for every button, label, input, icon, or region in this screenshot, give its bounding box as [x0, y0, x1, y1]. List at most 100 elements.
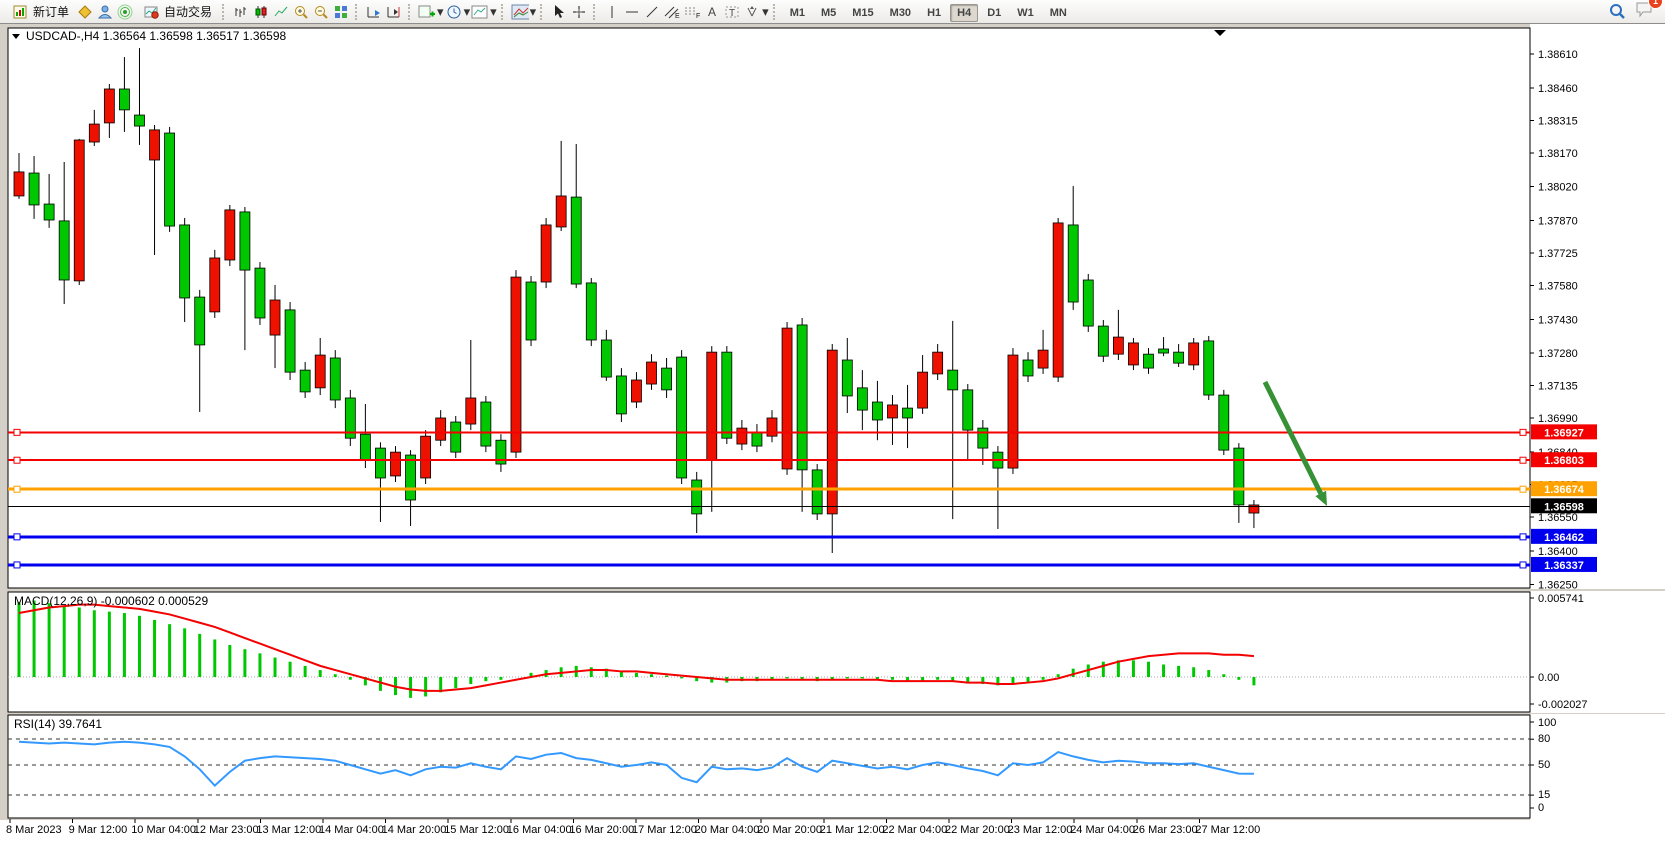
svg-text:24 Mar 04:00: 24 Mar 04:00: [1070, 824, 1135, 836]
svg-text:22 Mar 20:00: 22 Mar 20:00: [945, 824, 1010, 836]
timeframe-m1[interactable]: M1: [783, 4, 812, 22]
toolbar-separator: [408, 4, 413, 20]
svg-text:23 Mar 12:00: 23 Mar 12:00: [1008, 824, 1073, 836]
text-tool-icon[interactable]: A: [702, 2, 722, 22]
zoom-out-icon[interactable]: [311, 2, 331, 22]
svg-text:1.38610: 1.38610: [1538, 49, 1578, 61]
trendline-tool-icon[interactable]: [642, 2, 662, 22]
crosshair-icon[interactable]: [569, 2, 589, 22]
svg-text:F: F: [696, 13, 700, 20]
svg-text:20 Mar 20:00: 20 Mar 20:00: [757, 824, 822, 836]
timeframe-mn[interactable]: MN: [1043, 4, 1074, 22]
svg-text:16 Mar 04:00: 16 Mar 04:00: [507, 824, 572, 836]
signal-broadcast-icon[interactable]: [115, 2, 135, 22]
timeframe-h1[interactable]: H1: [920, 4, 948, 22]
svg-text:20 Mar 04:00: 20 Mar 04:00: [695, 824, 760, 836]
svg-text:27 Mar 12:00: 27 Mar 12:00: [1195, 824, 1260, 836]
svg-text:0.00: 0.00: [1538, 672, 1559, 684]
svg-text:8 Mar 2023: 8 Mar 2023: [6, 824, 62, 836]
new-order-label: 新订单: [33, 3, 69, 20]
svg-text:1.37725: 1.37725: [1538, 248, 1578, 260]
profiles-dropdown-icon[interactable]: ▾: [530, 4, 537, 20]
svg-text:1.36337: 1.36337: [1544, 560, 1584, 572]
svg-text:1.36400: 1.36400: [1538, 546, 1578, 558]
svg-text:1.36598: 1.36598: [1544, 501, 1584, 513]
svg-text:1.36250: 1.36250: [1538, 579, 1578, 591]
horizontal-line-tool-icon[interactable]: [622, 2, 642, 22]
line-chart-type-icon[interactable]: [271, 2, 291, 22]
zoom-in-icon[interactable]: [291, 2, 311, 22]
auto-trading-label: 自动交易: [164, 3, 212, 20]
toolbar-separator: [540, 4, 545, 20]
svg-text:USDCAD-,H4 1.36564 1.36598 1.: USDCAD-,H4 1.36564 1.36598 1.36517 1.365…: [26, 29, 287, 43]
auto-trading-button[interactable]: 自动交易: [135, 0, 218, 24]
svg-text:1.38315: 1.38315: [1538, 115, 1578, 127]
svg-text:1.37870: 1.37870: [1538, 215, 1578, 227]
timeframe-h4[interactable]: H4: [950, 4, 978, 22]
auto-trading-icon: [141, 2, 161, 22]
period-clock-icon[interactable]: [444, 2, 464, 22]
svg-text:16 Mar 20:00: 16 Mar 20:00: [569, 824, 634, 836]
vertical-line-tool-icon[interactable]: [602, 2, 622, 22]
cursor-icon[interactable]: [549, 2, 569, 22]
new-order-button[interactable]: 新订单: [4, 0, 75, 24]
trader-profile-icon[interactable]: [95, 2, 115, 22]
timeframe-m5[interactable]: M5: [814, 4, 843, 22]
main-toolbar: 新订单 自动交易 ▾ ▾ ▾ ▾ E F A T ▾ M1M5M15M30H1H…: [0, 0, 1665, 24]
auto-scroll-icon[interactable]: [364, 2, 384, 22]
template-icon[interactable]: [470, 2, 490, 22]
svg-text:17 Mar 12:00: 17 Mar 12:00: [632, 824, 697, 836]
svg-text:1.37280: 1.37280: [1538, 348, 1578, 360]
timeframe-w1[interactable]: W1: [1010, 4, 1041, 22]
toolbar-separator: [593, 4, 598, 20]
svg-text:1.37135: 1.37135: [1538, 381, 1578, 393]
svg-text:12 Mar 23:00: 12 Mar 23:00: [194, 824, 259, 836]
svg-text:1.36462: 1.36462: [1544, 532, 1584, 544]
toolbar-separator: [773, 4, 778, 20]
template-dropdown-icon[interactable]: ▾: [490, 4, 497, 20]
svg-text:1.37580: 1.37580: [1538, 281, 1578, 293]
chat-icon[interactable]: 1: [1635, 0, 1655, 23]
svg-text:50: 50: [1538, 759, 1550, 771]
svg-text:1.38170: 1.38170: [1538, 148, 1578, 160]
bar-chart-type-icon[interactable]: [231, 2, 251, 22]
new-order-icon: [10, 2, 30, 22]
add-indicator-dropdown-icon[interactable]: ▾: [437, 4, 444, 20]
svg-text:1.38460: 1.38460: [1538, 83, 1578, 95]
svg-text:21 Mar 12:00: 21 Mar 12:00: [820, 824, 885, 836]
toolbar-separator: [355, 4, 360, 20]
svg-text:1.37430: 1.37430: [1538, 314, 1578, 326]
tile-windows-icon[interactable]: [331, 2, 351, 22]
candle-chart-type-icon[interactable]: [251, 2, 271, 22]
text-label-tool-icon[interactable]: T: [722, 2, 742, 22]
chart-shift-icon[interactable]: [384, 2, 404, 22]
timeframe-m30[interactable]: M30: [883, 4, 918, 22]
svg-text:A: A: [708, 5, 716, 19]
svg-text:22 Mar 04:00: 22 Mar 04:00: [882, 824, 947, 836]
svg-text:1.36803: 1.36803: [1544, 455, 1584, 467]
notification-badge: 1: [1648, 0, 1663, 9]
equidistant-channel-tool-icon[interactable]: E: [662, 2, 682, 22]
svg-text:100: 100: [1538, 717, 1556, 729]
timeframe-d1[interactable]: D1: [980, 4, 1008, 22]
toolbar-separator: [501, 4, 506, 20]
svg-text:0: 0: [1538, 802, 1544, 814]
profiles-icon[interactable]: [510, 2, 530, 22]
chart-window[interactable]: 1.386101.384601.383151.381701.380201.378…: [0, 24, 1665, 841]
svg-text:13 Mar 12:00: 13 Mar 12:00: [256, 824, 321, 836]
chart-title: USDCAD-,H4 1.36564 1.36598 1.36517 1.365…: [12, 29, 287, 43]
shapes-tool-icon[interactable]: [742, 2, 762, 22]
svg-text:MACD(12,26,9) -0.000602 0.0005: MACD(12,26,9) -0.000602 0.000529: [14, 594, 208, 608]
shapes-dropdown-icon[interactable]: ▾: [762, 4, 769, 20]
toolbar-separator: [222, 4, 227, 20]
svg-text:15: 15: [1538, 789, 1550, 801]
search-icon[interactable]: [1607, 2, 1627, 22]
svg-text:14 Mar 20:00: 14 Mar 20:00: [382, 824, 447, 836]
svg-text:1.36550: 1.36550: [1538, 512, 1578, 524]
add-indicator-icon[interactable]: [417, 2, 437, 22]
timeframe-m15[interactable]: M15: [845, 4, 880, 22]
gold-diamond-icon[interactable]: [75, 2, 95, 22]
svg-text:1.36927: 1.36927: [1544, 427, 1584, 439]
svg-text:9 Mar 12:00: 9 Mar 12:00: [69, 824, 128, 836]
fibonacci-tool-icon[interactable]: F: [682, 2, 702, 22]
